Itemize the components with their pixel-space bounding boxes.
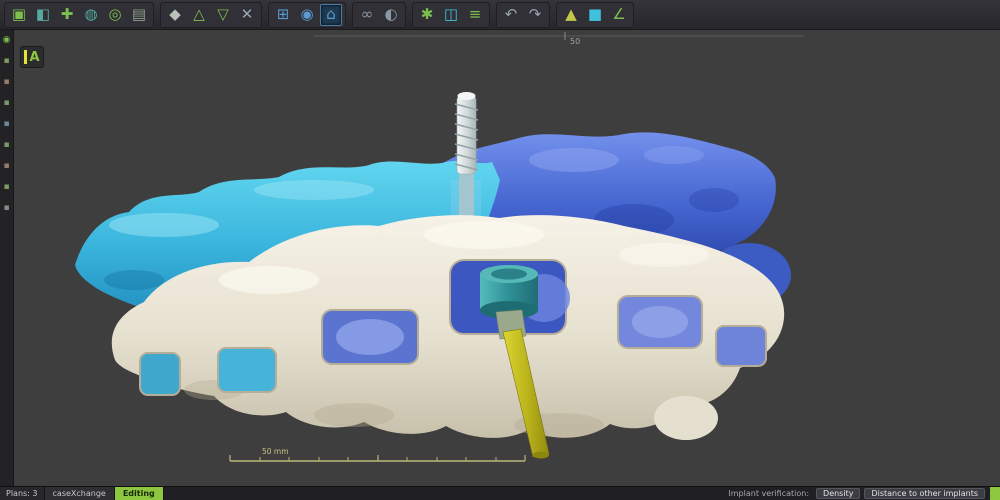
redo-icon[interactable]: ↷ [524,4,546,26]
visibility-icon[interactable]: ◉ [1,34,13,46]
layer-toggle-icon[interactable]: ▪ [1,139,13,151]
drill-icon[interactable]: ▽ [212,4,234,26]
tab-casexchange[interactable]: caseXchange [45,487,115,500]
bar-icon[interactable]: ▤ [128,4,150,26]
home-view-icon[interactable]: ⌂ [320,4,342,26]
application-window: ▣ ◧ ✚ ◍ ◎ ▤ ◆ △ ▽ ✕ ⊞ ◉ ⌂ ∞ ◐ ✱ ◫ ≡ ↶ [0,0,1000,500]
layer-toggle-icon[interactable]: ▪ [1,181,13,193]
statusbar-spacer [164,487,724,500]
layers-icon[interactable]: ≡ [464,4,486,26]
distance-to-implants-badge[interactable]: Distance to other implants [864,488,985,499]
left-sidebar: ◉ ▪ ▪ ▪ ▪ ▪ ▪ ▪ ▪ [0,30,14,486]
toolbar-group-plan: ◆ △ ▽ ✕ [160,2,262,28]
fit-view-icon[interactable]: ⊞ [272,4,294,26]
sleeve-icon[interactable]: ◎ [104,4,126,26]
ruler-icon[interactable]: ∠ [608,4,630,26]
layer-toggle-icon[interactable]: ▪ [1,55,13,67]
3d-scene: 50 [14,30,1000,486]
tooth-icon[interactable]: ◆ [164,4,186,26]
implant-icon[interactable]: ✚ [56,4,78,26]
orientation-letter: A [29,50,39,65]
abutment-icon[interactable]: ◍ [80,4,102,26]
undo-icon[interactable]: ↶ [500,4,522,26]
drill-template-icon[interactable]: △ [188,4,210,26]
toolbar-group-tools: ✱ ◫ ≡ [412,2,490,28]
cube-view-icon[interactable]: ◫ [440,4,462,26]
3d-viewport[interactable]: 50 [14,30,1000,486]
implant-verification-label: Implant verification: [723,487,814,500]
layer-toggle-icon[interactable]: ▪ [1,160,13,172]
scale-bar: 50 mm [230,447,525,461]
layer-toggle-icon[interactable]: ▪ [1,76,13,88]
settings-icon[interactable]: ✱ [416,4,438,26]
model-icon[interactable]: ◧ [32,4,54,26]
link-views-icon[interactable]: ∞ [356,4,378,26]
plans-count[interactable]: Plans: 3 [0,487,45,500]
toolbar-group-case: ▣ ◧ ✚ ◍ ◎ ▤ [4,2,154,28]
status-bar: Plans: 3 caseXchange Editing Implant ver… [0,486,1000,500]
toolbar-group-display: ∞ ◐ [352,2,406,28]
marker-icon[interactable]: ▲ [560,4,582,26]
cube-icon[interactable]: ■ [584,4,606,26]
orientation-bar-icon [24,50,27,64]
contrast-icon[interactable]: ◐ [380,4,402,26]
main-toolbar: ▣ ◧ ✚ ◍ ◎ ▤ ◆ △ ▽ ✕ ⊞ ◉ ⌂ ∞ ◐ ✱ ◫ ≡ ↶ [0,0,1000,30]
toolbar-group-measure: ▲ ■ ∠ [556,2,634,28]
layer-toggle-icon[interactable]: ▪ [1,97,13,109]
scale-label: 50 mm [262,447,289,456]
density-badge[interactable]: Density [816,488,860,499]
toolbar-group-view: ⊞ ◉ ⌂ [268,2,346,28]
capture-icon[interactable]: ◉ [296,4,318,26]
statusbar-accent [990,487,1000,500]
layer-toggle-icon[interactable]: ▪ [1,118,13,130]
scan-icon[interactable]: ▣ [8,4,30,26]
orientation-badge[interactable]: A [20,46,44,68]
tab-editing[interactable]: Editing [115,487,164,500]
top-ruler-label: 50 [570,37,580,46]
toolbar-group-history: ↶ ↷ [496,2,550,28]
layer-toggle-icon[interactable]: ▪ [1,202,13,214]
delete-icon[interactable]: ✕ [236,4,258,26]
